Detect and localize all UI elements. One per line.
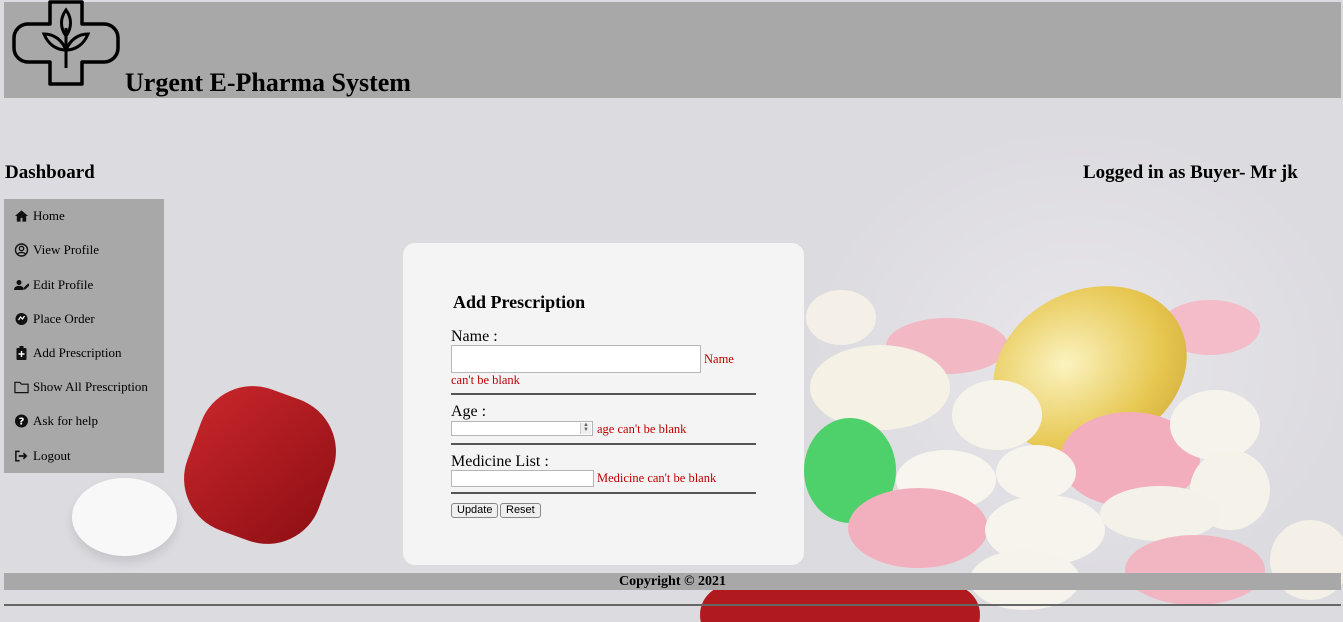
copyright-text: Copyright © 2021 bbox=[619, 574, 726, 589]
comment-icon bbox=[15, 313, 28, 325]
add-prescription-card: Add Prescription Name : Name can't be bl… bbox=[403, 243, 804, 565]
logged-in-user: Logged in as Buyer- Mr jk bbox=[1083, 162, 1298, 183]
folder-icon bbox=[14, 381, 29, 394]
divider bbox=[451, 443, 756, 445]
sidebar-item-ask-for-help[interactable]: ? Ask for help bbox=[14, 413, 98, 429]
home-icon bbox=[14, 210, 29, 222]
question-circle-icon: ? bbox=[15, 414, 28, 428]
update-button[interactable]: Update bbox=[451, 503, 499, 518]
age-input[interactable]: ▲ ▼ bbox=[451, 421, 593, 436]
age-error: age can't be blank bbox=[597, 422, 687, 436]
name-label: Name : bbox=[451, 328, 498, 345]
sidebar-item-label: Show All Prescription bbox=[33, 379, 148, 394]
svg-text:?: ? bbox=[19, 417, 25, 428]
sidebar-item-label: Place Order bbox=[33, 311, 95, 326]
form-title: Add Prescription bbox=[453, 292, 586, 312]
footer: Copyright © 2021 bbox=[4, 573, 1341, 590]
sidebar-item-show-all-prescription[interactable]: Show All Prescription bbox=[14, 379, 148, 395]
age-stepper-icon[interactable]: ▲ ▼ bbox=[580, 422, 591, 434]
medicine-error: Medicine can't be blank bbox=[597, 471, 717, 485]
sidebar-item-logout[interactable]: Logout bbox=[14, 448, 71, 464]
sidebar-item-place-order[interactable]: Place Order bbox=[14, 311, 95, 327]
user-edit-icon bbox=[14, 280, 29, 290]
sidebar-item-home[interactable]: Home bbox=[14, 208, 65, 224]
sidebar-item-add-prescription[interactable]: Add Prescription bbox=[14, 345, 121, 361]
header-bar: Urgent E-Pharma System bbox=[4, 0, 1341, 98]
sidebar-item-view-profile[interactable]: View Profile bbox=[14, 242, 99, 258]
dashboard-title: Dashboard bbox=[5, 162, 95, 183]
medicine-list-label: Medicine List : bbox=[451, 453, 549, 470]
name-input[interactable] bbox=[451, 345, 701, 373]
sidebar-item-label: View Profile bbox=[33, 242, 100, 257]
sidebar-item-label: Edit Profile bbox=[33, 277, 94, 292]
medicine-list-input[interactable] bbox=[451, 470, 594, 487]
age-label: Age : bbox=[451, 403, 487, 420]
sidebar-item-label: Home bbox=[33, 208, 65, 223]
name-error-continued: can't be blank bbox=[451, 373, 520, 387]
divider bbox=[451, 393, 756, 395]
clipboard-icon bbox=[16, 346, 27, 360]
user-circle-icon bbox=[14, 243, 29, 257]
sidebar-item-edit-profile[interactable]: Edit Profile bbox=[14, 277, 93, 293]
sidebar-item-label: Add Prescription bbox=[33, 345, 122, 360]
bottom-divider bbox=[4, 604, 1341, 606]
sidebar-item-label: Ask for help bbox=[33, 413, 98, 428]
sidebar: Home View Profile Edit Profile Place Ord… bbox=[4, 199, 164, 473]
app-title: Urgent E-Pharma System bbox=[125, 68, 411, 97]
divider bbox=[451, 492, 756, 494]
sign-out-icon bbox=[15, 450, 28, 462]
pharmacy-logo-icon bbox=[12, 0, 120, 86]
name-error: Name bbox=[704, 352, 734, 366]
reset-button[interactable]: Reset bbox=[500, 503, 541, 518]
sidebar-item-label: Logout bbox=[33, 448, 71, 463]
